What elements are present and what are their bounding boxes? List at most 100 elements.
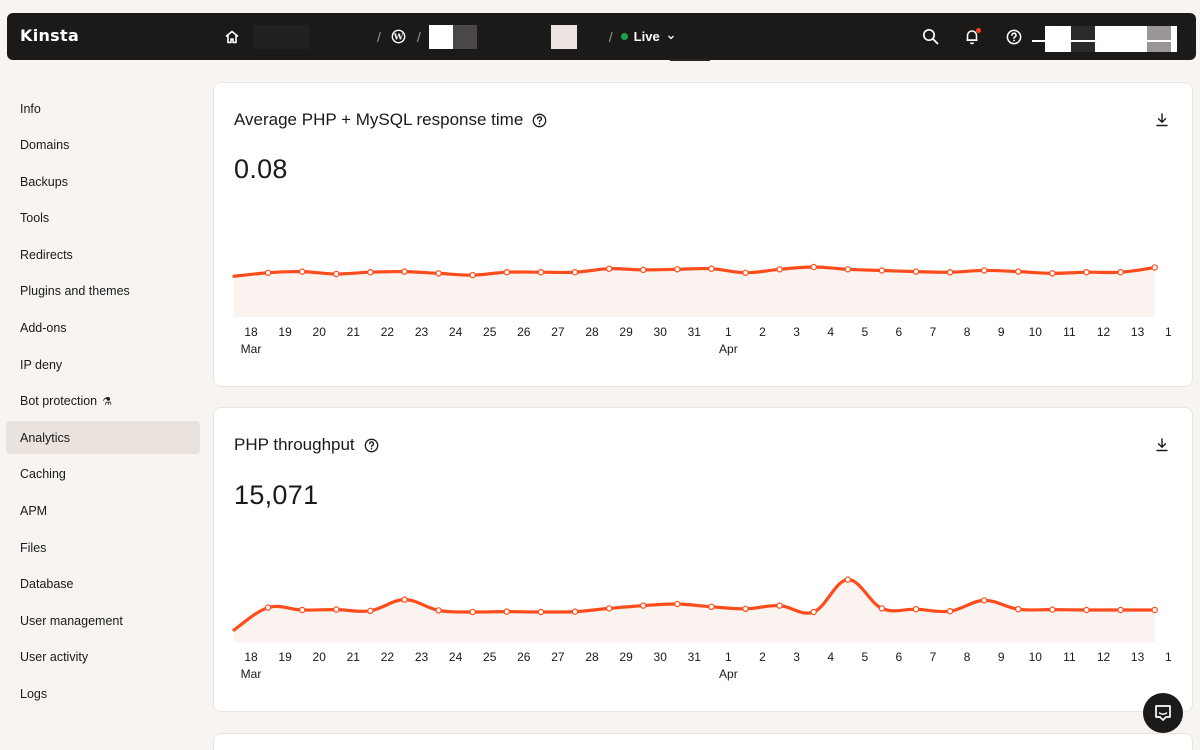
sidebar-item-label: Add-ons (20, 321, 67, 336)
sidebar-item-backups[interactable]: Backups (6, 165, 200, 198)
chart-point (1049, 606, 1056, 613)
help-icon[interactable] (999, 22, 1029, 52)
sidebar-item-analytics[interactable]: Analytics (6, 421, 200, 455)
chart-point (981, 597, 988, 604)
x-tick-label: 9 (998, 650, 1005, 664)
sidebar-item-plugins-and-themes[interactable]: Plugins and themes (6, 275, 200, 308)
chart-point (537, 268, 545, 276)
sidebar-item-caching[interactable]: Caching (6, 458, 200, 491)
sidebar-item-add-ons[interactable]: Add-ons (6, 312, 200, 345)
x-tick-label: 8 (964, 325, 971, 339)
x-tick-label: 31 (688, 325, 702, 339)
sidebar-item-bot-protection[interactable]: Bot protection ⚗ (6, 385, 200, 418)
x-tick-label: 12 (1097, 325, 1111, 339)
redacted-site-label[interactable] (550, 24, 577, 49)
sidebar-item-user-management[interactable]: User management (6, 604, 200, 637)
wordpress-icon[interactable]: W (389, 27, 409, 47)
help-icon[interactable] (364, 438, 379, 453)
account-menu[interactable] (1032, 26, 1177, 52)
sidebar-item-info[interactable]: Info (6, 92, 200, 125)
sidebar-item-label: Plugins and themes (20, 284, 130, 299)
card-title: Average PHP + MySQL response time (234, 110, 524, 129)
x-tick-label: 4 (827, 325, 834, 339)
sidebar-item-label: Redirects (20, 247, 73, 262)
chart-point (571, 268, 579, 276)
sidebar-item-label: Analytics (20, 430, 71, 445)
x-tick-label: 21 (347, 650, 361, 664)
notification-badge (976, 27, 981, 33)
x-month-label: Apr (719, 667, 738, 681)
sidebar-item-logs[interactable]: Logs (6, 678, 200, 711)
chart-point (844, 576, 852, 583)
chart-point (1083, 268, 1090, 276)
chart-point (1049, 270, 1056, 277)
kinsta-logo[interactable]: Kinsta (20, 26, 79, 45)
x-tick-label: 5 (861, 650, 868, 664)
x-tick-label: 20 (313, 325, 327, 339)
x-tick-label: 3 (793, 325, 800, 339)
sidebar-item-files[interactable]: Files (6, 531, 200, 564)
x-tick-label: 29 (619, 325, 633, 339)
sidebar-item-apm[interactable]: APM (6, 495, 200, 528)
metric-value: 0.08 (234, 154, 288, 184)
x-tick-label: 31 (688, 650, 702, 664)
x-tick-label: 26 (517, 650, 531, 664)
chart-point (912, 268, 920, 275)
sidebar-item-user-activity[interactable]: User activity (6, 641, 200, 674)
sidebar-item-database[interactable]: Database (6, 568, 200, 601)
chat-icon[interactable] (1143, 693, 1183, 733)
chart-point (878, 267, 886, 274)
sidebar-item-label: Files (20, 540, 47, 555)
bell-icon[interactable] (957, 22, 987, 52)
x-tick-label: 3 (793, 650, 800, 664)
chart-point (742, 605, 749, 613)
x-tick-label: 11 (1063, 650, 1076, 664)
chart-point (503, 268, 510, 276)
chart-point (537, 608, 545, 616)
download-icon[interactable] (1154, 437, 1170, 453)
throughput-chart[interactable]: 18 19 20 21 22 23 24 25 26 27 28 29 30 31 1 2 3 4 5 6 7 8 9 10 1… (214, 513, 1172, 688)
search-icon[interactable] (915, 22, 945, 52)
chart-point (946, 607, 954, 615)
sidebar-item-label: Backups (20, 174, 68, 189)
x-tick-label: 7 (930, 325, 937, 339)
x-month-label: Apr (719, 342, 738, 356)
metric-value: 15,071 (234, 480, 319, 510)
live-status-dot (620, 33, 628, 40)
x-tick-label: 9 (998, 325, 1005, 339)
chart-point (946, 268, 954, 276)
download-icon[interactable] (1154, 112, 1170, 128)
sidebar-item-redirects[interactable]: Redirects (6, 238, 200, 271)
redacted-company-name[interactable] (253, 24, 309, 49)
response-time-chart[interactable]: 18 19 20 21 22 23 24 25 26 27 28 29 30 31 1 2 3 4 5 6 7 8 9 10 1… (214, 188, 1172, 363)
x-tick-label: 10 (1029, 650, 1043, 664)
x-tick-label: 22 (381, 325, 395, 339)
redacted-site-name[interactable] (428, 24, 453, 49)
environment-selector[interactable]: Live (620, 29, 676, 44)
home-icon[interactable] (217, 22, 247, 52)
chart-point (503, 608, 510, 615)
chart-point (844, 266, 852, 273)
sidebar-item-label: Tools (20, 211, 50, 226)
sidebar: Info Domains Backups Tools Redirects Plugins … (6, 92, 200, 714)
chart-point (435, 607, 442, 614)
chevron-down-icon (667, 35, 674, 39)
sidebar-item-domains[interactable]: Domains (6, 129, 200, 162)
redacted-site-name[interactable] (452, 24, 477, 49)
help-icon[interactable] (532, 113, 547, 128)
chart-point (776, 602, 783, 609)
svg-text:W: W (393, 32, 404, 42)
x-tick-label: 23 (415, 650, 429, 664)
sidebar-item-label: IP deny (20, 357, 63, 372)
chart-point (469, 608, 476, 616)
sidebar-item-label: Caching (20, 467, 66, 482)
environment-label: Live (633, 29, 660, 44)
x-tick-label: 18 (244, 650, 258, 664)
sidebar-item-ip-deny[interactable]: IP deny (6, 348, 200, 381)
breadcrumb-separator: / (608, 28, 613, 45)
x-tick-label: 22 (381, 650, 395, 664)
x-tick-label: 28 (585, 650, 599, 664)
sidebar-item-tools[interactable]: Tools (6, 202, 200, 235)
card-title-row: Average PHP + MySQL response time (234, 110, 547, 130)
x-tick-label: 25 (483, 325, 497, 339)
